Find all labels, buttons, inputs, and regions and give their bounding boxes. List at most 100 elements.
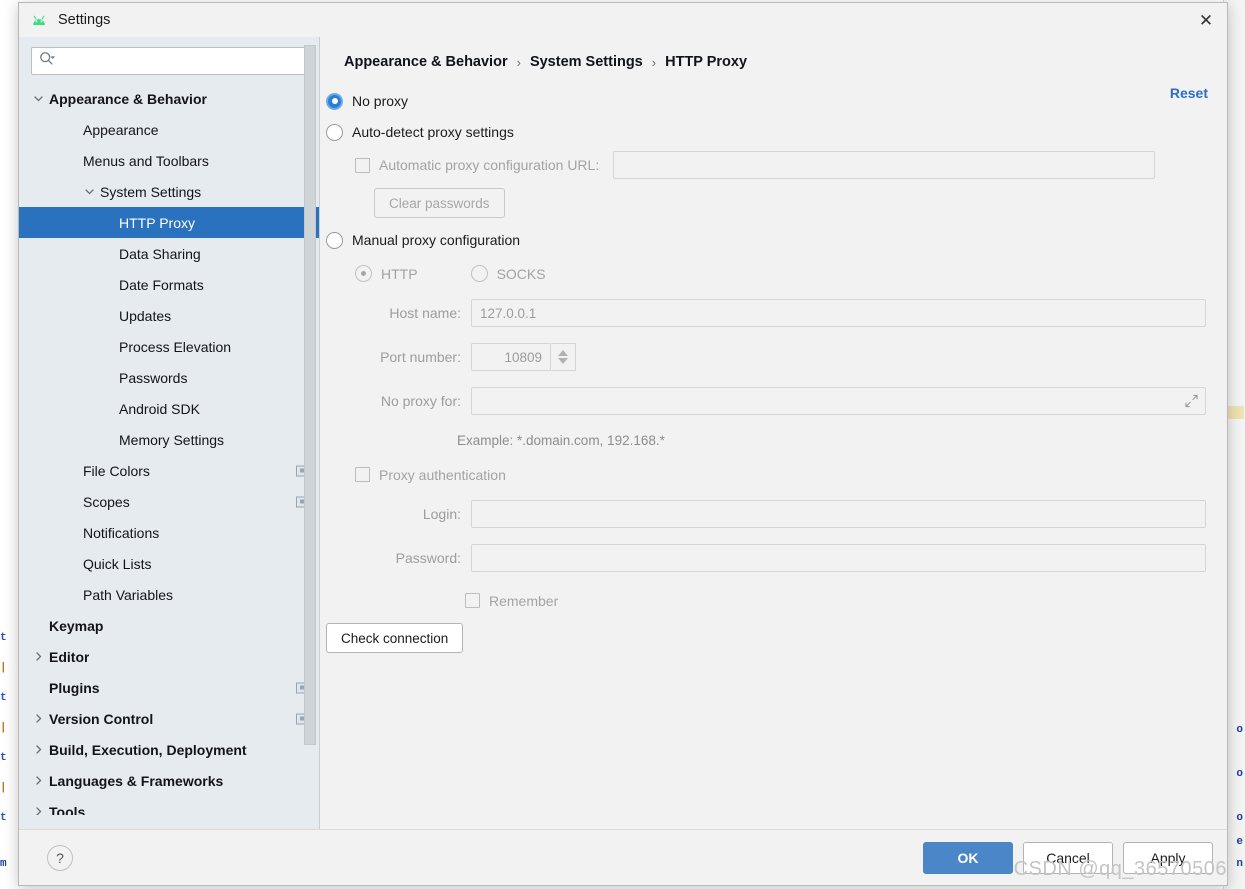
password-row: Password:	[326, 536, 1227, 580]
sidebar-item-scopes[interactable]: Scopes	[19, 486, 319, 517]
sidebar-item-label: Appearance & Behavior	[49, 90, 207, 107]
http-protocol-radio[interactable]	[355, 265, 372, 282]
search-box[interactable]	[31, 47, 307, 75]
check-connection-button[interactable]: Check connection	[326, 623, 464, 653]
sidebar-item-memory-settings[interactable]: Memory Settings	[19, 424, 319, 455]
remember-checkbox[interactable]	[465, 593, 480, 608]
port-number-value: 10809	[504, 349, 542, 365]
example-hint: Example: *.domain.com, 192.168.*	[457, 432, 665, 448]
clear-passwords-button[interactable]: Clear passwords	[374, 188, 505, 218]
sidebar-item-menus-and-toolbars[interactable]: Menus and Toolbars	[19, 145, 319, 176]
password-field[interactable]	[471, 544, 1206, 572]
breadcrumb-item-appearance-behavior[interactable]: Appearance & Behavior	[344, 54, 508, 70]
auto-detect-proxy-radio[interactable]	[326, 123, 343, 141]
no-proxy-for-field[interactable]	[471, 387, 1206, 415]
login-label: Login:	[422, 506, 461, 522]
stepper-up-icon[interactable]	[558, 350, 568, 356]
port-number-stepper[interactable]	[551, 343, 576, 371]
sidebar-item-label: Build, Execution, Deployment	[49, 741, 247, 758]
chevron-right-icon[interactable]	[32, 650, 45, 663]
sidebar-item-path-variables[interactable]: Path Variables	[19, 579, 319, 610]
sidebar-item-languages-frameworks[interactable]: Languages & Frameworks	[19, 765, 319, 796]
background-code-fragment: |	[0, 782, 7, 794]
chevron-right-icon[interactable]	[32, 743, 45, 756]
chevron-down-icon[interactable]	[32, 92, 45, 105]
sidebar-item-label: Data Sharing	[119, 245, 201, 262]
sidebar-item-editor[interactable]: Editor	[19, 641, 319, 672]
sidebar-item-notifications[interactable]: Notifications	[19, 517, 319, 548]
chevron-right-icon[interactable]	[32, 774, 45, 787]
expand-icon[interactable]	[1185, 394, 1198, 408]
sidebar-item-process-elevation[interactable]: Process Elevation	[19, 331, 319, 362]
sidebar-item-version-control[interactable]: Version Control	[19, 703, 319, 734]
tree-bottom-fade	[19, 815, 319, 829]
password-label: Password:	[395, 550, 461, 566]
no-proxy-radio[interactable]	[326, 92, 343, 110]
sidebar-scrollbar-thumb[interactable]	[304, 45, 316, 745]
background-right-fragment: o	[1236, 724, 1243, 736]
dialog-footer: ? OK Cancel Apply	[19, 829, 1227, 885]
background-right-fragment: e	[1236, 836, 1243, 848]
breadcrumb-item-system-settings[interactable]: System Settings	[530, 54, 643, 70]
auto-config-url-field[interactable]	[613, 151, 1156, 179]
sidebar-item-label: Updates	[119, 307, 172, 324]
sidebar-scrollbar[interactable]	[304, 45, 316, 821]
background-right-fragment: n	[1236, 858, 1243, 870]
chevron-right-icon: ›	[516, 54, 521, 70]
sidebar-item-label: Editor	[49, 648, 90, 665]
sidebar-item-plugins[interactable]: Plugins	[19, 672, 319, 703]
help-button[interactable]: ?	[47, 844, 73, 871]
apply-button[interactable]: Apply	[1123, 841, 1213, 874]
sidebar-item-http-proxy[interactable]: HTTP Proxy	[19, 207, 319, 238]
host-name-field[interactable]: 127.0.0.1	[471, 299, 1206, 327]
check-connection-row: Check connection	[326, 621, 1227, 655]
auto-detect-row[interactable]: Auto-detect proxy settings	[326, 116, 1227, 148]
sidebar-item-passwords[interactable]: Passwords	[19, 362, 319, 393]
login-field[interactable]	[471, 500, 1206, 528]
sidebar-item-keymap[interactable]: Keymap	[19, 610, 319, 641]
no-proxy-row[interactable]: No proxy	[326, 86, 1227, 116]
sidebar-item-appearance[interactable]: Appearance	[19, 114, 319, 145]
cancel-button[interactable]: Cancel	[1023, 841, 1113, 874]
sidebar-item-updates[interactable]: Updates	[19, 300, 319, 331]
android-logo-icon	[29, 12, 49, 28]
manual-proxy-radio[interactable]	[326, 231, 343, 249]
sidebar-item-appearance-behavior[interactable]: Appearance & Behavior	[19, 83, 319, 114]
chevron-right-icon: ›	[651, 54, 657, 70]
sidebar-item-label: Date Formats	[119, 276, 204, 293]
sidebar-item-label: Plugins	[49, 679, 100, 696]
sidebar-item-date-formats[interactable]: Date Formats	[19, 269, 319, 300]
sidebar-item-quick-lists[interactable]: Quick Lists	[19, 548, 319, 579]
sidebar-item-label: Appearance	[83, 121, 159, 138]
manual-proxy-row[interactable]: Manual proxy configuration	[326, 224, 1227, 256]
port-number-field[interactable]: 10809	[471, 343, 551, 371]
chevron-down-icon[interactable]	[83, 185, 96, 198]
sidebar-item-file-colors[interactable]: File Colors	[19, 455, 319, 486]
proxy-authentication-checkbox[interactable]	[355, 467, 370, 482]
background-right-fragment: o	[1236, 812, 1243, 824]
proxy-auth-row: Proxy authentication	[326, 457, 1227, 492]
sidebar-item-data-sharing[interactable]: Data Sharing	[19, 238, 319, 269]
host-name-row: Host name: 127.0.0.1	[326, 291, 1227, 335]
background-code-fragment: t	[0, 632, 7, 644]
search-input[interactable]	[55, 53, 306, 69]
background-right-fragment: o	[1236, 768, 1243, 780]
ok-button[interactable]: OK	[923, 841, 1013, 874]
protocol-row: HTTP SOCKS	[326, 256, 1227, 291]
stepper-down-icon[interactable]	[558, 358, 568, 364]
sidebar-item-label: Menus and Toolbars	[83, 152, 209, 169]
socks-protocol-radio[interactable]	[470, 265, 488, 282]
breadcrumb-item-http-proxy: HTTP Proxy	[665, 54, 748, 70]
chevron-right-icon[interactable]	[32, 712, 45, 725]
http-protocol-label: HTTP	[381, 265, 418, 282]
sidebar-item-label: Languages & Frameworks	[49, 772, 224, 789]
host-name-label: Host name:	[389, 305, 461, 321]
proxy-authentication-label: Proxy authentication	[379, 466, 506, 483]
sidebar-item-android-sdk[interactable]: Android SDK	[19, 393, 319, 424]
dialog-body: Appearance & Behavior Appearance Menus and…	[19, 37, 1227, 829]
sidebar-item-build-execution-deployment[interactable]: Build, Execution, Deployment	[19, 734, 319, 765]
settings-dialog: Settings ✕ Appearance & Behavior Appeara…	[18, 2, 1228, 886]
close-icon[interactable]: ✕	[1193, 7, 1219, 33]
auto-config-url-checkbox[interactable]	[355, 157, 370, 173]
sidebar-item-system-settings[interactable]: System Settings	[19, 176, 319, 207]
